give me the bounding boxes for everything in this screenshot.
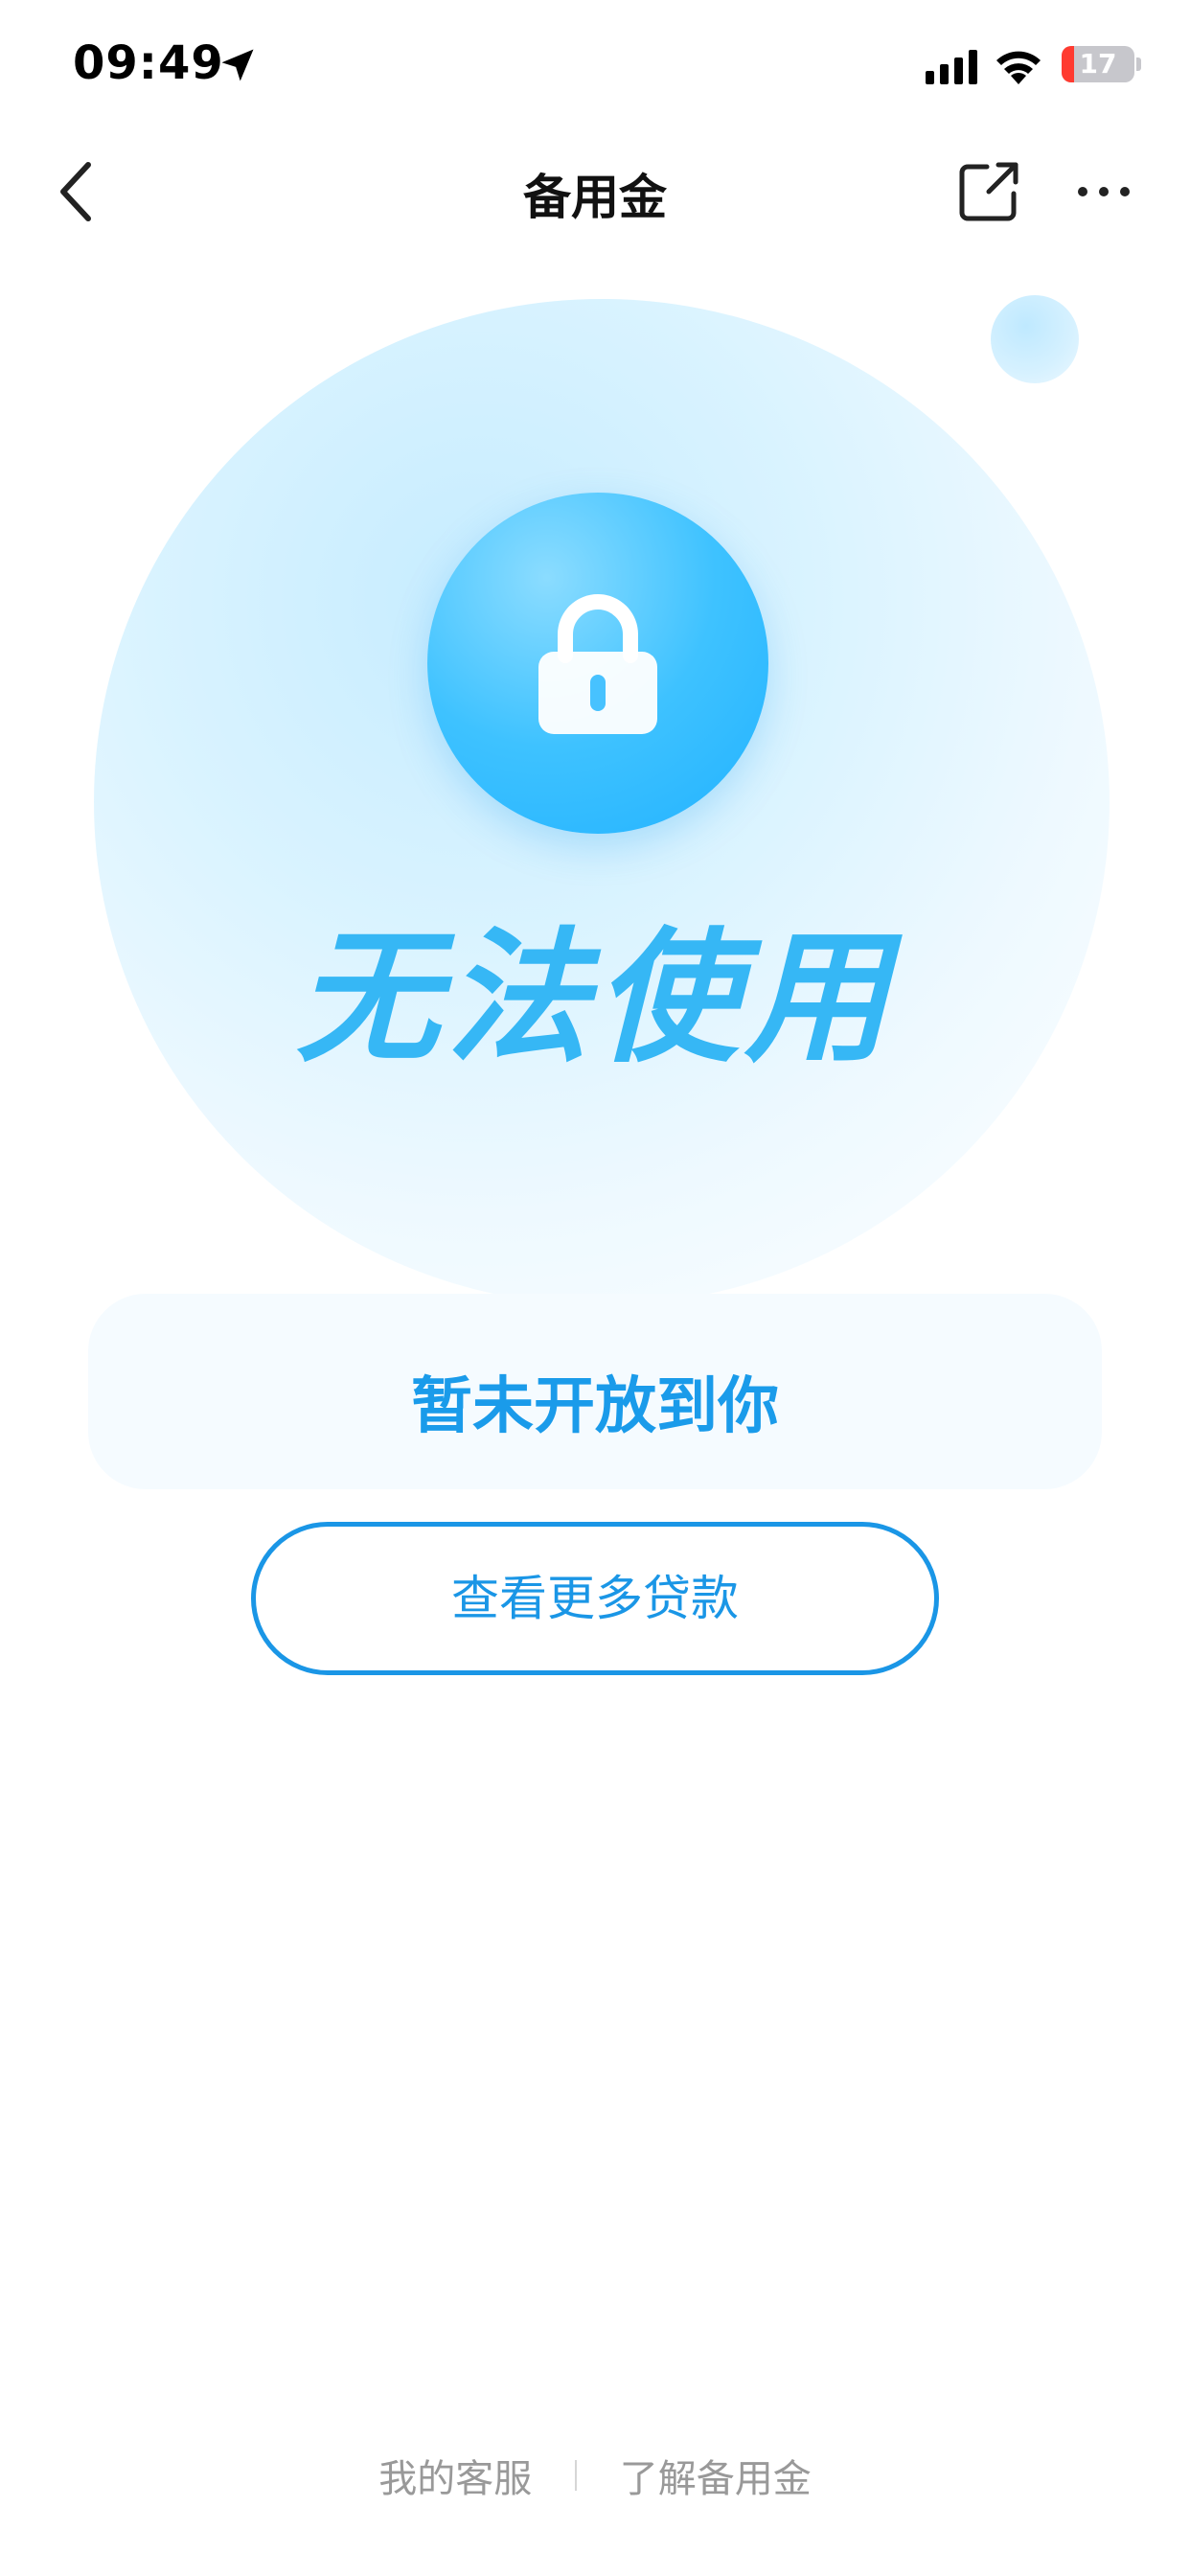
view-more-loans-button[interactable]: 查看更多贷款 (251, 1522, 939, 1675)
decorative-bubble (991, 295, 1079, 383)
learn-more-link[interactable]: 了解备用金 (620, 2448, 812, 2503)
footer-divider (575, 2460, 577, 2491)
more-button[interactable] (1069, 167, 1138, 217)
battery-charging-icon: 17 (1062, 46, 1134, 82)
battery-text: 17 (1079, 48, 1117, 80)
availability-status: 无法使用 (295, 915, 894, 1082)
customer-service-link[interactable]: 我的客服 (378, 2448, 532, 2503)
chevron-left-icon (60, 162, 91, 221)
battery-cap (1136, 58, 1141, 71)
status-time: 09:49 (73, 36, 224, 90)
notice-card: 暂未开放到你 (88, 1294, 1102, 1489)
status-bar: 09:49 17 (0, 0, 1190, 134)
page-title: 备用金 (523, 170, 667, 225)
lock-icon (538, 594, 657, 734)
more-icon (1078, 187, 1130, 196)
share-button[interactable] (954, 157, 1023, 226)
cellular-signal-icon (926, 50, 977, 84)
notice-text: 暂未开放到你 (411, 1371, 779, 1442)
share-icon (959, 162, 1018, 221)
footer-links: 我的客服 了解备用金 (0, 2448, 1190, 2505)
nav-bar: 备用金 (0, 134, 1190, 249)
back-button[interactable] (44, 155, 113, 228)
wifi-icon (996, 51, 1041, 84)
location-arrow-icon (221, 49, 254, 81)
